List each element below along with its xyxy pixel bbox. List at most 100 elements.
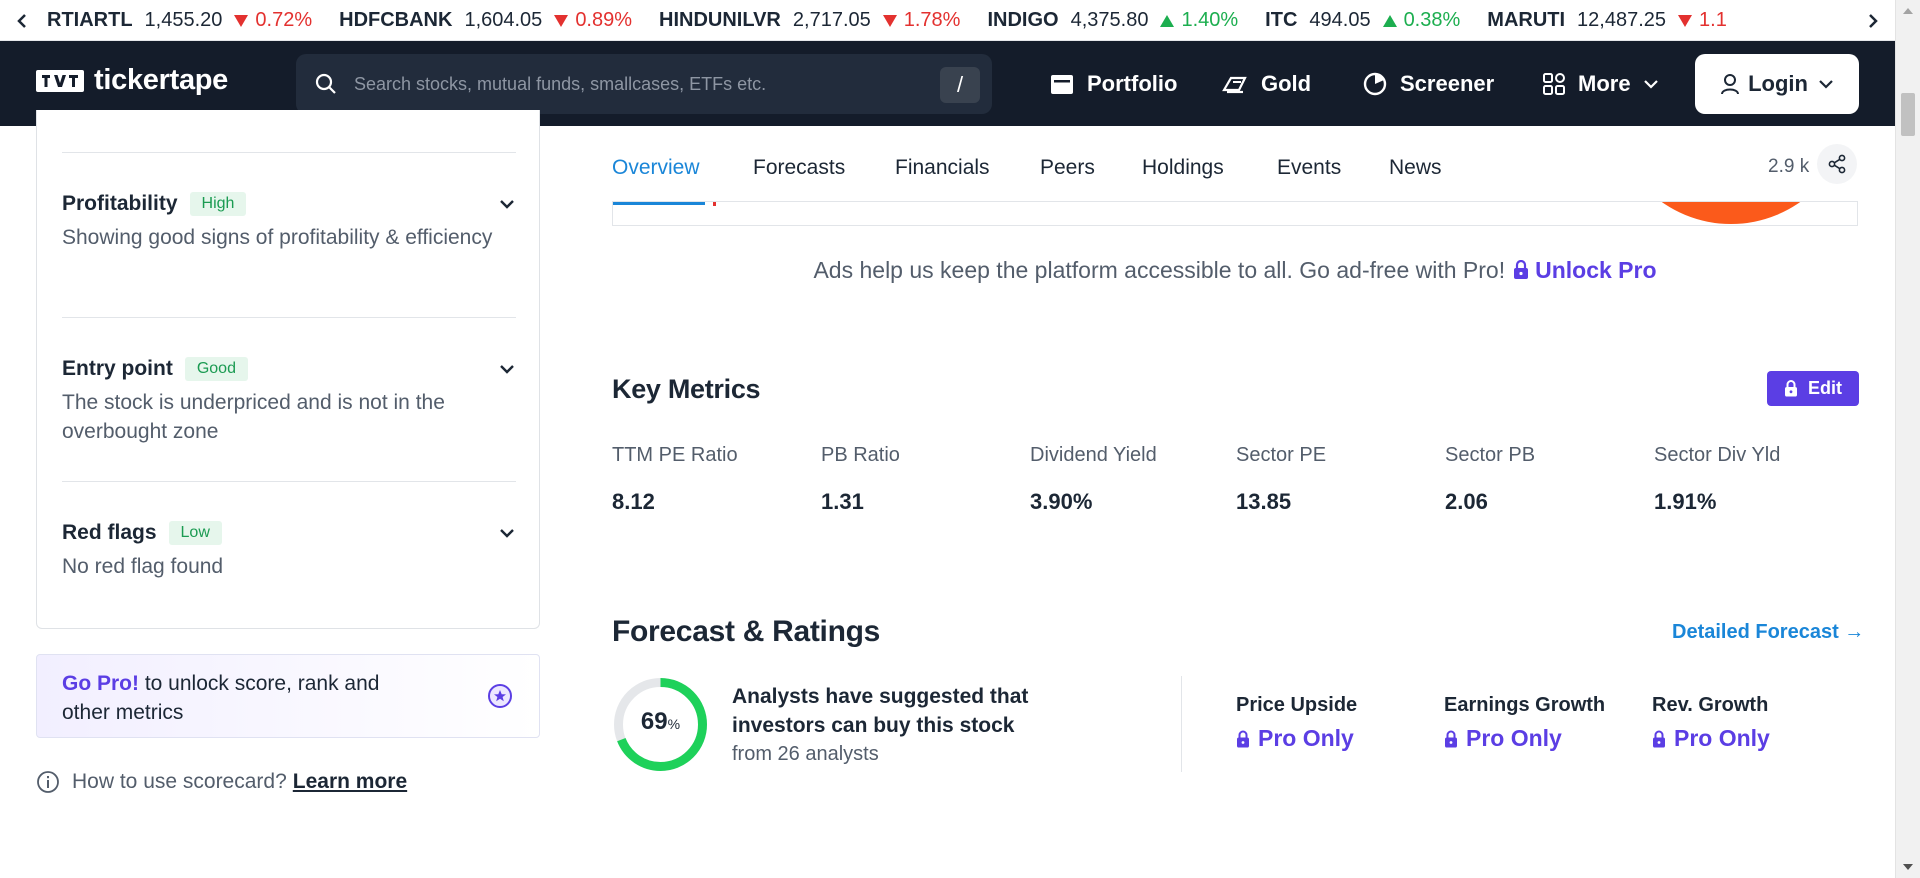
share-button[interactable] [1817, 144, 1857, 184]
metric-value: 1.31 [821, 489, 864, 514]
ticker-item[interactable]: ITC 494.05 0.38% [1265, 9, 1460, 32]
stock-ticker: RTIARTL 1,455.20 0.72% HDFCBANK 1,604.05… [0, 0, 1895, 41]
grid-icon [1543, 72, 1565, 95]
info-icon [37, 771, 59, 793]
forecast-earnings-growth: Earnings Growth Pro Only [1444, 694, 1605, 752]
percent-sign: % [667, 716, 681, 732]
pro-badge-icon [488, 684, 512, 708]
pro-only-link[interactable]: Pro Only [1652, 725, 1770, 752]
chevron-down-icon[interactable] [498, 197, 516, 211]
tab-peers[interactable]: Peers [1040, 156, 1095, 180]
nav-portfolio[interactable]: Portfolio [1049, 41, 1177, 126]
scorecard-item-header: Profitability High [62, 189, 516, 219]
ticker-symbol: HINDUNILVR [659, 9, 781, 31]
buy-percentage: 69% [612, 708, 709, 736]
ad-graphic [1611, 202, 1851, 224]
metric-label: PB Ratio [821, 444, 900, 466]
scroll-up-button[interactable] [1896, 0, 1920, 22]
chevron-down-icon[interactable] [498, 362, 516, 376]
nav-screener-label: Screener [1400, 70, 1495, 96]
scorecard-item-description: No red flag found [62, 555, 224, 578]
search-shortcut-key: / [940, 67, 980, 103]
stock-tabs: Overview Forecasts Financials Peers Hold… [612, 126, 1858, 202]
search-icon [315, 73, 336, 94]
scorecard-item-red-flags[interactable]: Red flags Low No red flag found [62, 518, 516, 581]
nav-screener[interactable]: Screener [1362, 41, 1494, 126]
go-pro-banner[interactable]: Go Pro! to unlock score, rank and other … [36, 654, 540, 738]
tab-forecasts[interactable]: Forecasts [753, 156, 845, 180]
nav-more-label: More [1578, 70, 1631, 96]
ad-banner[interactable] [612, 202, 1858, 226]
status-badge: Good [184, 357, 248, 381]
forecast-rev-growth: Rev. Growth Pro Only [1652, 694, 1770, 752]
ads-notice-text: Ads help us keep the platform accessible… [813, 257, 1506, 283]
ticker-price: 4,375.80 [1070, 9, 1149, 31]
ticker-prev-button[interactable] [0, 0, 44, 40]
tab-financials[interactable]: Financials [895, 156, 990, 180]
scroll-up-arrow-icon [1903, 8, 1913, 14]
metric-sector-div-yld: Sector Div Yld 1.91% [1654, 444, 1780, 515]
chevron-down-icon[interactable] [498, 526, 516, 540]
down-triangle-icon [882, 14, 897, 27]
brand-logo[interactable]: tickertape [36, 64, 228, 97]
pro-only-link[interactable]: Pro Only [1236, 725, 1357, 752]
scorecard-item-title: Entry point [62, 357, 173, 380]
edit-label: Edit [1808, 378, 1842, 398]
ticker-price: 494.05 [1309, 9, 1371, 31]
share-icon [1828, 154, 1846, 174]
edit-metrics-button[interactable]: Edit [1767, 371, 1859, 406]
scrollbar-thumb[interactable] [1901, 93, 1915, 136]
portfolio-icon [1051, 74, 1073, 94]
up-triangle-icon [1382, 14, 1397, 27]
ticker-item[interactable]: MARUTI 12,487.25 1.1 [1487, 9, 1727, 32]
ticker-change: 1.40% [1160, 9, 1238, 32]
key-metrics-title: Key Metrics [612, 374, 761, 404]
tab-overview[interactable]: Overview [612, 156, 700, 180]
nav-more[interactable]: More [1542, 41, 1659, 126]
go-pro-text: Go Pro! to unlock score, rank and other … [62, 669, 392, 727]
down-triangle-icon [554, 14, 569, 27]
lock-icon [1514, 259, 1529, 279]
status-badge: Low [168, 521, 222, 545]
ticker-change-value: 0.89% [575, 9, 633, 31]
scroll-down-arrow-icon [1903, 864, 1913, 870]
scroll-down-button[interactable] [1896, 856, 1920, 878]
ticker-next-button[interactable] [1851, 0, 1895, 40]
metric-dividend-yield: Dividend Yield 3.90% [1030, 444, 1157, 515]
metric-label: Dividend Yield [1030, 444, 1157, 466]
ticker-price: 2,717.05 [792, 9, 871, 31]
lock-icon [1237, 730, 1249, 747]
ticker-change: 0.89% [554, 9, 632, 32]
unlock-pro-link[interactable]: Unlock Pro [1535, 257, 1656, 283]
ticker-change-value: 1.40% [1181, 9, 1239, 31]
learn-more-link[interactable]: Learn more [293, 770, 407, 794]
detailed-forecast-link[interactable]: Detailed Forecast → [1672, 621, 1864, 644]
nav-gold[interactable]: Gold [1221, 41, 1311, 126]
forecast-metric-label: Earnings Growth [1444, 694, 1606, 716]
tab-holdings[interactable]: Holdings [1142, 156, 1224, 180]
ticker-item[interactable]: HDFCBANK 1,604.05 0.89% [339, 9, 632, 32]
metric-sector-pb: Sector PB 2.06 [1445, 444, 1535, 515]
ticker-item[interactable]: HINDUNILVR 2,717.05 1.78% [659, 9, 960, 32]
search-input[interactable] [354, 70, 914, 98]
chevron-left-icon [17, 13, 26, 28]
ad-accent-line [613, 202, 705, 205]
forecast-title: Forecast & Ratings [612, 615, 880, 648]
login-button[interactable]: Login [1695, 54, 1859, 114]
tab-news[interactable]: News [1389, 156, 1442, 180]
ticker-item[interactable]: INDIGO 4,375.80 1.40% [987, 9, 1238, 32]
go-pro-link[interactable]: Go Pro! [62, 672, 139, 695]
ticker-symbol: INDIGO [987, 9, 1059, 31]
scorecard-panel: Profitability High Showing good signs of… [36, 110, 540, 629]
scorecard-item-profitability[interactable]: Profitability High Showing good signs of… [62, 189, 516, 252]
search-bar[interactable]: / [296, 54, 992, 114]
ticker-change-value: 0.72% [255, 9, 313, 31]
scorecard-item-entry-point[interactable]: Entry point Good The stock is underprice… [62, 354, 516, 446]
tab-events[interactable]: Events [1277, 156, 1341, 180]
scorecard-item-header: Entry point Good [62, 354, 516, 384]
page-scrollbar[interactable] [1895, 0, 1920, 878]
ticker-item[interactable]: RTIARTL 1,455.20 0.72% [47, 9, 312, 32]
pro-only-link[interactable]: Pro Only [1444, 725, 1605, 752]
ticker-symbol: RTIARTL [47, 9, 133, 31]
nav-portfolio-label: Portfolio [1087, 70, 1178, 96]
